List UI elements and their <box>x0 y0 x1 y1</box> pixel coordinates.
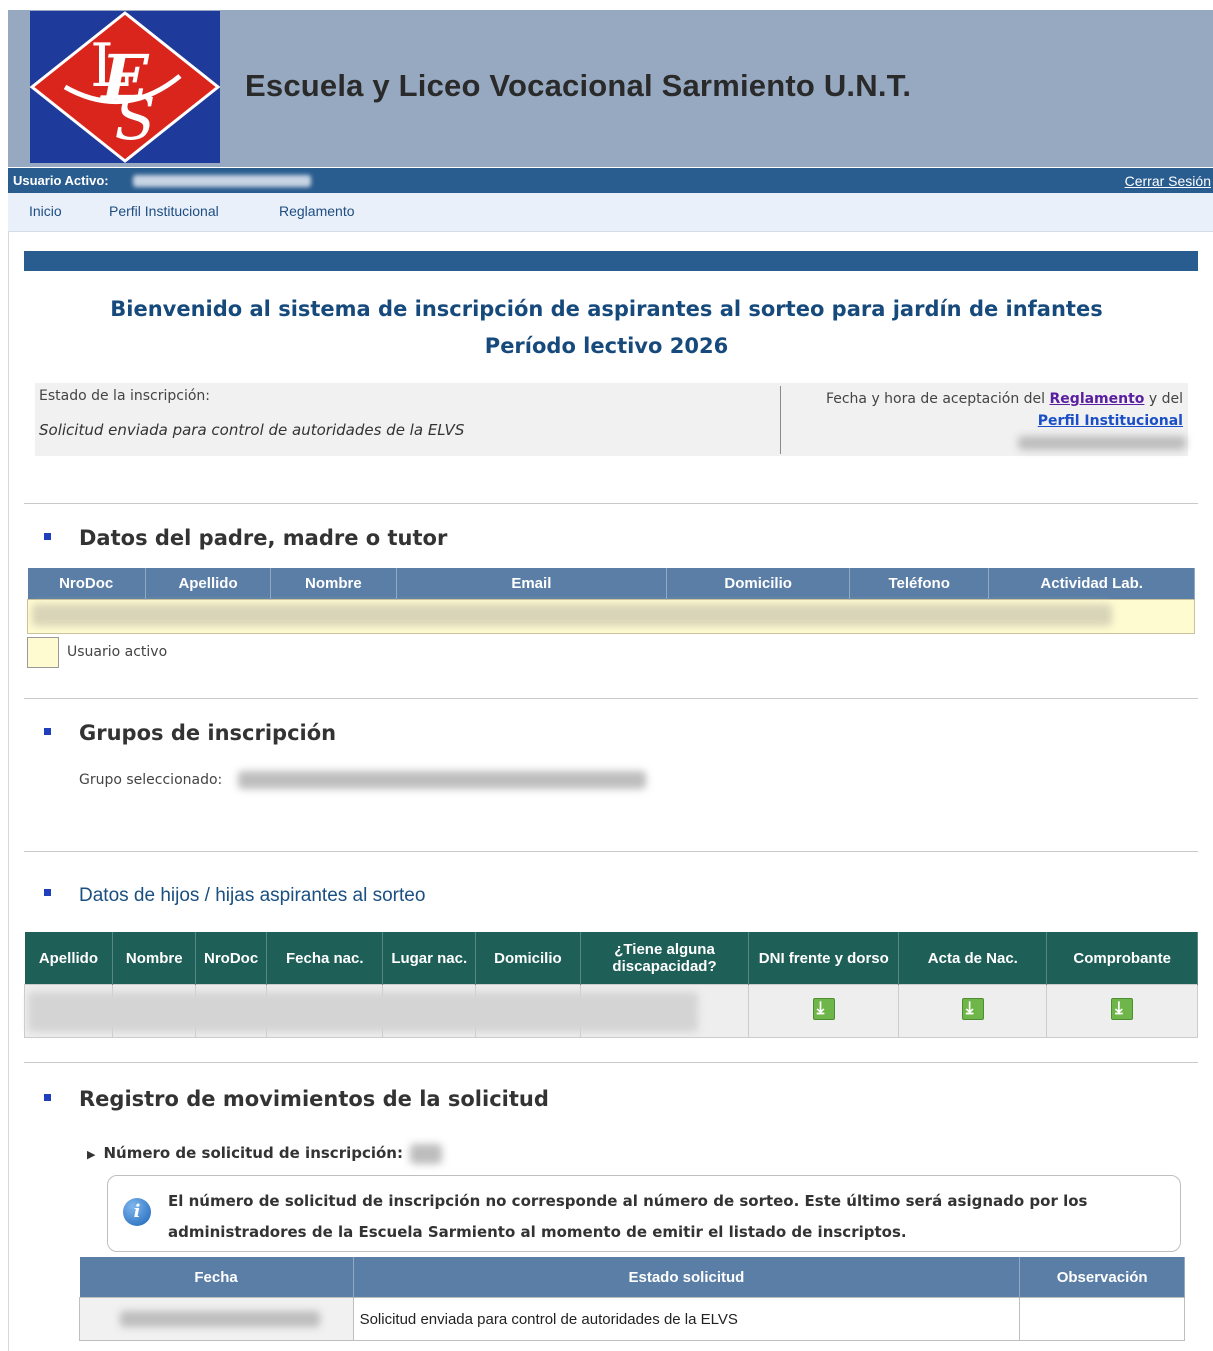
acceptance-prefix: Fecha y hora de aceptación del <box>825 391 1046 407</box>
selected-group-value <box>238 771 646 789</box>
info-text: El número de solicitud de inscripción no… <box>168 1192 1088 1241</box>
column-header: Email <box>396 568 668 600</box>
welcome-period: Período lectivo 2026 <box>484 334 729 358</box>
active-user-legend: Usuario activo <box>67 644 168 660</box>
parents-section-title: Datos del padre, madre o tutor <box>44 526 447 550</box>
column-header: Nombre <box>112 932 197 985</box>
acceptance-connector: y del <box>1148 391 1183 407</box>
download-icon[interactable] <box>961 997 984 1020</box>
request-number-label: Número de solicitud de inscripción: <box>103 1144 403 1162</box>
square-bullet <box>44 1093 51 1101</box>
comprobante-download-cell <box>1046 984 1198 1038</box>
triangle-right-icon: ▶ <box>87 1148 96 1161</box>
welcome-title: Bienvenido al sistema de inscripción de … <box>110 297 1103 321</box>
dni-download-cell <box>748 984 900 1038</box>
log-date-value <box>120 1311 320 1327</box>
page-border <box>8 231 9 1351</box>
site-title: Escuela y Liceo Vocacional Sarmiento U.N… <box>245 68 912 103</box>
status-value: Solicitud enviada para control de autori… <box>39 421 465 439</box>
request-number-value <box>410 1144 442 1164</box>
column-header: Apellido <box>145 568 272 600</box>
request-number-row[interactable]: ▶ Número de solicitud de inscripción: <box>87 1144 403 1162</box>
column-header: Teléfono <box>849 568 990 600</box>
column-header: Actividad Lab. <box>988 568 1195 600</box>
nav-item-inicio[interactable]: Inicio <box>29 203 62 219</box>
section-divider <box>24 503 1198 504</box>
selected-group-label: Grupo seleccionado: <box>79 772 223 788</box>
section-divider <box>24 851 1198 852</box>
column-header: Apellido <box>24 932 114 985</box>
log-section-title: Registro de movimientos de la solicitud <box>44 1087 549 1111</box>
column-header: Observación <box>1019 1257 1185 1298</box>
child-row-data <box>28 992 698 1032</box>
status-label: Estado de la inscripción: <box>39 388 211 404</box>
perfil-institucional-link[interactable]: Perfil Institucional <box>1038 413 1183 429</box>
section-divider <box>24 1062 1198 1063</box>
acceptance-info: Fecha y hora de aceptación del Reglament… <box>790 388 1183 432</box>
reglamento-link[interactable]: Reglamento <box>1050 391 1145 407</box>
content-bar <box>24 251 1198 271</box>
download-icon[interactable] <box>812 997 835 1020</box>
column-header: Lugar nac. <box>382 932 477 985</box>
square-bullet <box>44 532 51 540</box>
column-header: NroDoc <box>195 932 268 985</box>
log-observation-cell <box>1019 1297 1185 1341</box>
elvs-logo: E L S <box>30 11 220 163</box>
column-header: Comprobante <box>1046 932 1198 985</box>
column-header: Nombre <box>270 568 397 600</box>
column-header: Domicilio <box>666 568 851 600</box>
table-header-row: Fecha Estado solicitud Observación <box>79 1257 1185 1298</box>
groups-title-text: Grupos de inscripción <box>79 721 337 745</box>
parent-row-data <box>32 604 1112 626</box>
children-title-text: Datos de hijos / hijas aspirantes al sor… <box>79 885 426 906</box>
groups-section-title: Grupos de inscripción <box>44 721 336 745</box>
table-header-row: NroDoc Apellido Nombre Email Domicilio T… <box>27 568 1195 600</box>
acta-download-cell <box>898 984 1048 1038</box>
nav-item-reglamento[interactable]: Reglamento <box>279 203 355 219</box>
logout-link[interactable]: Cerrar Sesión <box>1125 173 1211 189</box>
active-user-name <box>133 175 311 187</box>
log-table: Fecha Estado solicitud Observación Solic… <box>79 1257 1185 1341</box>
acceptance-date <box>1018 436 1186 450</box>
download-icon[interactable] <box>1111 997 1134 1020</box>
parents-title-text: Datos del padre, madre o tutor <box>79 526 448 550</box>
user-bar: Usuario Activo: Cerrar Sesión <box>8 168 1213 193</box>
column-header: Estado solicitud <box>353 1257 1021 1298</box>
active-user-swatch <box>27 637 59 668</box>
nav-item-perfil-institucional[interactable]: Perfil Institucional <box>109 203 219 219</box>
column-header: DNI frente y dorso <box>748 932 900 985</box>
column-header: Fecha nac. <box>266 932 384 985</box>
column-header: Domicilio <box>475 932 581 985</box>
active-user-label: Usuario Activo: <box>13 173 109 188</box>
log-status-cell: Solicitud enviada para control de autori… <box>352 1297 1021 1341</box>
column-header: Acta de Nac. <box>898 932 1048 985</box>
info-icon: i <box>123 1198 151 1226</box>
main-nav: Inicio Perfil Institucional Reglamento <box>8 193 1213 232</box>
table-header-row: Apellido Nombre NroDoc Fecha nac. Lugar … <box>24 932 1198 985</box>
square-bullet <box>44 889 51 897</box>
column-header: NroDoc <box>27 568 146 600</box>
square-bullet <box>44 727 51 735</box>
children-section-title: Datos de hijos / hijas aspirantes al sor… <box>44 885 425 907</box>
log-title-text: Registro de movimientos de la solicitud <box>79 1087 549 1111</box>
status-divider <box>780 386 781 454</box>
column-header: ¿Tiene alguna discapacidad? <box>580 932 750 985</box>
section-divider <box>24 698 1198 699</box>
column-header: Fecha <box>79 1257 354 1298</box>
